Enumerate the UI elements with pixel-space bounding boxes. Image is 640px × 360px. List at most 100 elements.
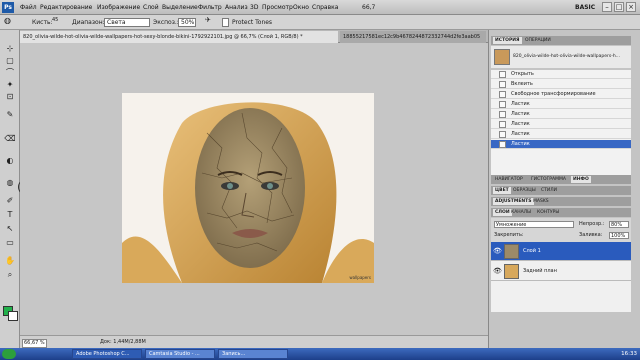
- range-select[interactable]: Света: [104, 18, 150, 27]
- gradient-tool-icon[interactable]: ◐: [4, 156, 16, 166]
- menu-edit[interactable]: Редактирование: [40, 3, 92, 12]
- layer-name: Слой 1: [523, 248, 541, 254]
- brush-size[interactable]: 45: [52, 17, 58, 24]
- shape-tool-icon[interactable]: ▭: [4, 238, 16, 248]
- eraser-icon: [499, 121, 506, 128]
- system-clock: 16:33: [621, 351, 637, 357]
- workspace-switcher[interactable]: BASIC: [575, 3, 595, 12]
- document-icon: [499, 71, 506, 78]
- dodge-tool-icon[interactable]: ◍: [4, 178, 16, 188]
- history-tabbar: ИСТОРИЯ ОПЕРАЦИИ: [491, 36, 631, 45]
- menu-bar: Ps Файл Редактирование Изображение Слой …: [0, 0, 640, 15]
- panel-dock: ИСТОРИЯ ОПЕРАЦИИ 820_olivia-wilde-hot-ol…: [488, 30, 640, 348]
- document-tab-inactive[interactable]: 18855217581ec12c9b4678244872332744d2fe3a…: [340, 31, 486, 43]
- adjustments-tabbar: ADJUSTMENTS MASKS: [491, 197, 631, 206]
- menu-filter[interactable]: Фильтр: [198, 3, 222, 12]
- tab-styles[interactable]: СТИЛИ: [539, 187, 559, 194]
- menu-help[interactable]: Справка: [312, 3, 338, 12]
- taskbar-photoshop[interactable]: Adobe Photoshop C...: [72, 349, 142, 359]
- photo-credit: wallpapers: [349, 275, 371, 280]
- history-item[interactable]: Вклеить: [491, 80, 631, 89]
- layer-row[interactable]: 👁 Задний план: [491, 262, 631, 281]
- zoom-readout[interactable]: 66,7: [362, 3, 392, 12]
- protect-tones-checkbox[interactable]: [222, 18, 229, 27]
- minimize-button[interactable]: –: [602, 2, 612, 12]
- portrait-photo: [122, 93, 374, 283]
- tab-navigator[interactable]: НАВИГАТОР: [493, 176, 525, 183]
- menu-select[interactable]: Выделение: [162, 3, 198, 12]
- history-item[interactable]: Открыть: [491, 70, 631, 79]
- eye-icon[interactable]: 👁: [493, 247, 502, 255]
- layer-options: Умножение Непрозр.: 80% Закрепить: Залив…: [491, 218, 631, 242]
- layer-row-selected[interactable]: 👁 Слой 1: [491, 242, 631, 261]
- move-tool-icon[interactable]: ⊹: [4, 44, 16, 54]
- snapshot-label: 820_olivia-wilde-hot-olivia-wilde-wallpa…: [513, 54, 621, 59]
- tab-actions[interactable]: ОПЕРАЦИИ: [523, 37, 553, 44]
- close-button[interactable]: ×: [626, 2, 636, 12]
- dodge-tool-icon[interactable]: ◍: [4, 17, 11, 25]
- menu-window[interactable]: Окно: [293, 3, 309, 12]
- airbrush-icon[interactable]: ✈: [205, 17, 211, 24]
- menu-analysis[interactable]: Анализ: [225, 3, 248, 12]
- document-tab-active[interactable]: 820_olivia-wilde-hot-olivia-wilde-wallpa…: [20, 31, 338, 43]
- document-image[interactable]: wallpapers: [122, 93, 374, 283]
- tab-history[interactable]: ИСТОРИЯ: [493, 37, 522, 44]
- history-item[interactable]: Свободное трансформирование: [491, 90, 631, 99]
- maximize-button[interactable]: □: [614, 2, 624, 12]
- document-icon: [499, 81, 506, 88]
- brush-label: Кисть:: [32, 19, 53, 26]
- taskbar-camtasia[interactable]: Camtasia Studio - ...: [145, 349, 215, 359]
- history-item[interactable]: Ластик: [491, 130, 631, 139]
- menu-file[interactable]: Файл: [20, 3, 37, 12]
- taskbar-recording[interactable]: Запись...: [218, 349, 288, 359]
- layers-list: 👁 Слой 1 👁 Задний план: [491, 242, 631, 312]
- layers-tabbar: СЛОИ КАНАЛЫ КОНТУРЫ: [491, 208, 631, 217]
- background-color-swatch[interactable]: [8, 311, 18, 321]
- eraser-tool-icon[interactable]: ⌫: [4, 134, 16, 144]
- menu-image[interactable]: Изображение: [97, 3, 140, 12]
- pen-tool-icon[interactable]: ✐: [4, 196, 16, 206]
- eye-icon[interactable]: 👁: [493, 267, 502, 275]
- menu-layer[interactable]: Слой: [143, 3, 159, 12]
- tab-swatches[interactable]: ОБРАЗЦЫ: [511, 187, 538, 194]
- history-snapshot[interactable]: 820_olivia-wilde-hot-olivia-wilde-wallpa…: [491, 46, 631, 68]
- tab-adjustments[interactable]: ADJUSTMENTS: [493, 198, 534, 205]
- history-item[interactable]: Ластик: [491, 120, 631, 129]
- fill-label: Заливка:: [579, 232, 603, 238]
- tab-paths[interactable]: КОНТУРЫ: [535, 209, 561, 216]
- tab-info[interactable]: ИНФО: [571, 176, 591, 183]
- fill-field[interactable]: 100%: [609, 232, 629, 239]
- document-size-info: Док: 1,44M/2,88M: [100, 339, 146, 345]
- color-tabbar: ЦВЕТ ОБРАЗЦЫ СТИЛИ: [491, 186, 631, 195]
- opacity-label: Непрозр.:: [579, 221, 605, 227]
- status-zoom-field[interactable]: 66,67 %: [22, 339, 47, 348]
- eraser-icon: [499, 141, 506, 148]
- crop-tool-icon[interactable]: ⊡: [4, 92, 16, 102]
- tab-color[interactable]: ЦВЕТ: [493, 187, 511, 194]
- opacity-field[interactable]: 80%: [609, 221, 629, 228]
- eraser-icon: [499, 111, 506, 118]
- options-bar: ◍ Кисть: 45 Диапазон: Света Экспоз.: 50%…: [0, 15, 640, 30]
- tab-channels[interactable]: КАНАЛЫ: [509, 209, 533, 216]
- history-item-selected[interactable]: Ластик: [491, 140, 631, 149]
- history-item[interactable]: Ластик: [491, 110, 631, 119]
- navigator-tabbar: НАВИГАТОР ГИСТОГРАММА ИНФО: [491, 175, 631, 184]
- brush-tool-icon[interactable]: ✎: [4, 110, 16, 120]
- path-select-tool-icon[interactable]: ↖: [4, 224, 16, 234]
- menu-view[interactable]: Просмотр: [262, 3, 293, 12]
- zoom-tool-icon[interactable]: ⌕: [4, 270, 16, 280]
- blend-mode-select[interactable]: Умножение: [494, 221, 574, 228]
- tab-masks[interactable]: MASKS: [531, 198, 551, 205]
- tab-histogram[interactable]: ГИСТОГРАММА: [529, 176, 568, 183]
- hand-tool-icon[interactable]: ✋: [4, 256, 16, 266]
- lasso-tool-icon[interactable]: ⌒: [4, 68, 16, 78]
- history-item[interactable]: Ластик: [491, 100, 631, 109]
- marquee-tool-icon[interactable]: ▢: [4, 56, 16, 66]
- exposure-field[interactable]: 50%: [178, 18, 196, 27]
- start-button[interactable]: [2, 349, 16, 359]
- magic-wand-tool-icon[interactable]: ✦: [4, 80, 16, 90]
- photoshop-logo: Ps: [2, 2, 14, 13]
- canvas-area[interactable]: wallpapers: [20, 43, 488, 335]
- type-tool-icon[interactable]: T: [4, 210, 16, 220]
- menu-3d[interactable]: 3D: [250, 3, 258, 12]
